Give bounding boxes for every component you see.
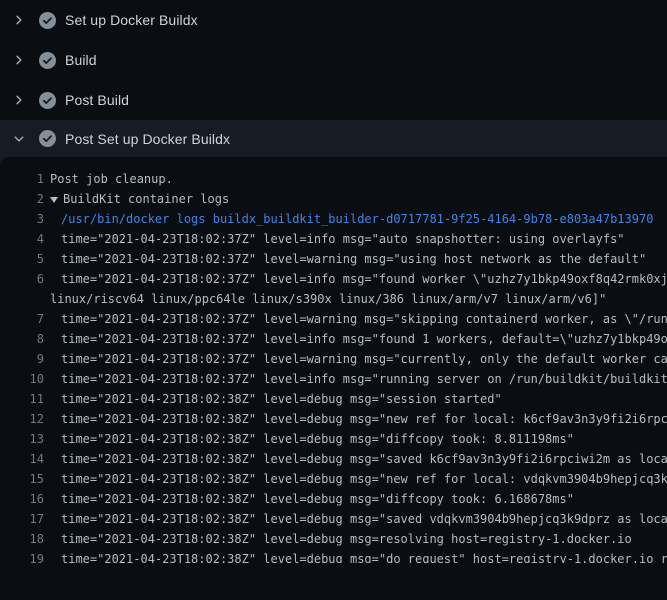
- check-circle-icon: [39, 130, 56, 147]
- log-line: 9 time="2021-04-23T18:02:37Z" level=warni…: [0, 349, 667, 369]
- line-number[interactable]: 19: [0, 549, 44, 563]
- line-number[interactable]: 6: [0, 269, 44, 289]
- log-line: 11 time="2021-04-23T18:02:38Z" level=debu…: [0, 389, 667, 409]
- log-line: 10 time="2021-04-23T18:02:37Z" level=info…: [0, 369, 667, 389]
- line-number[interactable]: 9: [0, 349, 44, 369]
- log-line: 17 time="2021-04-23T18:02:38Z" level=debu…: [0, 509, 667, 529]
- chevron-right-icon: [13, 14, 25, 26]
- command-text: /usr/bin/docker logs buildx_buildkit_bui…: [61, 209, 653, 229]
- line-number[interactable]: 1: [0, 169, 44, 189]
- line-number[interactable]: 14: [0, 449, 44, 469]
- log-text: time="2021-04-23T18:02:37Z" level=info m…: [61, 369, 667, 389]
- line-number[interactable]: 5: [0, 249, 44, 269]
- log-line: 8 time="2021-04-23T18:02:37Z" level=info …: [0, 329, 667, 349]
- actions-log-viewer: Set up Docker Buildx Build Post Build: [0, 0, 667, 600]
- log-line: 13 time="2021-04-23T18:02:38Z" level=debu…: [0, 429, 667, 449]
- log-line: 3/usr/bin/docker logs buildx_buildkit_bu…: [0, 209, 667, 229]
- line-number[interactable]: 10: [0, 369, 44, 389]
- log-text: linux/riscv64 linux/ppc64le linux/s390x …: [50, 289, 606, 309]
- log-text: time="2021-04-23T18:02:37Z" level=warnin…: [61, 309, 667, 329]
- log-text: time="2021-04-23T18:02:37Z" level=info m…: [61, 229, 625, 249]
- check-circle-icon: [39, 52, 56, 69]
- check-circle-icon: [39, 12, 56, 29]
- triangle-down-icon: [50, 197, 58, 203]
- step-label: Set up Docker Buildx: [65, 12, 198, 28]
- line-number[interactable]: 12: [0, 409, 44, 429]
- log-text: time="2021-04-23T18:02:37Z" level=warnin…: [61, 349, 667, 369]
- step-build[interactable]: Build: [0, 40, 667, 80]
- log-line: 5 time="2021-04-23T18:02:37Z" level=warni…: [0, 249, 667, 269]
- log-line: 18 time="2021-04-23T18:02:38Z" level=debu…: [0, 529, 667, 549]
- log-text: time="2021-04-23T18:02:38Z" level=debug …: [61, 429, 574, 449]
- line-number[interactable]: 3: [0, 209, 44, 229]
- line-number[interactable]: 17: [0, 509, 44, 529]
- log-text: time="2021-04-23T18:02:38Z" level=debug …: [61, 529, 632, 549]
- log-text: Post job cleanup.: [50, 169, 173, 189]
- line-number[interactable]: 7: [0, 309, 44, 329]
- check-circle-icon: [39, 92, 56, 109]
- line-number[interactable]: 4: [0, 229, 44, 249]
- line-number[interactable]: 18: [0, 529, 44, 549]
- line-number[interactable]: 15: [0, 469, 44, 489]
- line-number: [0, 289, 44, 309]
- step-label: Post Set up Docker Buildx: [65, 131, 230, 147]
- log-text: time="2021-04-23T18:02:38Z" level=debug …: [61, 449, 667, 469]
- log-line: 15 time="2021-04-23T18:02:38Z" level=debu…: [0, 469, 667, 489]
- log-line: 1 Post job cleanup.: [0, 169, 667, 189]
- log-text: time="2021-04-23T18:02:38Z" level=debug …: [61, 489, 574, 509]
- log-text: time="2021-04-23T18:02:38Z" level=debug …: [61, 409, 667, 429]
- log-text: time="2021-04-23T18:02:38Z" level=debug …: [61, 389, 502, 409]
- log-text: time="2021-04-23T18:02:37Z" level=info m…: [61, 329, 667, 349]
- log-line: 4 time="2021-04-23T18:02:37Z" level=info …: [0, 229, 667, 249]
- chevron-down-icon: [13, 133, 25, 145]
- expanded-step-section: Post Set up Docker Buildx 1 Post job clea…: [0, 120, 667, 563]
- log-line: 19 time="2021-04-23T18:02:38Z" level=debu…: [0, 549, 667, 563]
- line-number[interactable]: 8: [0, 329, 44, 349]
- step-post-setup-docker-buildx[interactable]: Post Set up Docker Buildx: [0, 120, 667, 157]
- line-number[interactable]: 16: [0, 489, 44, 509]
- log-panel: 1 Post job cleanup. 2 BuildKit container lo…: [0, 157, 667, 563]
- line-number[interactable]: 2: [0, 189, 44, 209]
- log-text: time="2021-04-23T18:02:38Z" level=debug …: [61, 509, 667, 529]
- log-text: time="2021-04-23T18:02:37Z" level=warnin…: [61, 249, 646, 269]
- chevron-right-icon: [13, 54, 25, 66]
- log-line: linux/riscv64 linux/ppc64le linux/s390x …: [0, 289, 667, 309]
- line-number[interactable]: 13: [0, 429, 44, 449]
- log-text: time="2021-04-23T18:02:38Z" level=debug …: [61, 549, 667, 563]
- log-group-toggle[interactable]: 2 BuildKit container logs: [0, 189, 667, 209]
- step-label: Build: [65, 52, 97, 68]
- log-line: 7 time="2021-04-23T18:02:37Z" level=warni…: [0, 309, 667, 329]
- log-text: time="2021-04-23T18:02:37Z" level=info m…: [61, 269, 667, 289]
- log-line: 16 time="2021-04-23T18:02:38Z" level=debu…: [0, 489, 667, 509]
- log-line: 14 time="2021-04-23T18:02:38Z" level=debu…: [0, 449, 667, 469]
- log-text: time="2021-04-23T18:02:38Z" level=debug …: [61, 469, 667, 489]
- log-text: BuildKit container logs: [50, 189, 229, 209]
- step-label: Post Build: [65, 92, 129, 108]
- step-post-build[interactable]: Post Build: [0, 80, 667, 120]
- line-number[interactable]: 11: [0, 389, 44, 409]
- log-line: 6 time="2021-04-23T18:02:37Z" level=info …: [0, 269, 667, 289]
- log-line: 12 time="2021-04-23T18:02:38Z" level=debu…: [0, 409, 667, 429]
- step-setup-docker-buildx[interactable]: Set up Docker Buildx: [0, 0, 667, 40]
- chevron-right-icon: [13, 94, 25, 106]
